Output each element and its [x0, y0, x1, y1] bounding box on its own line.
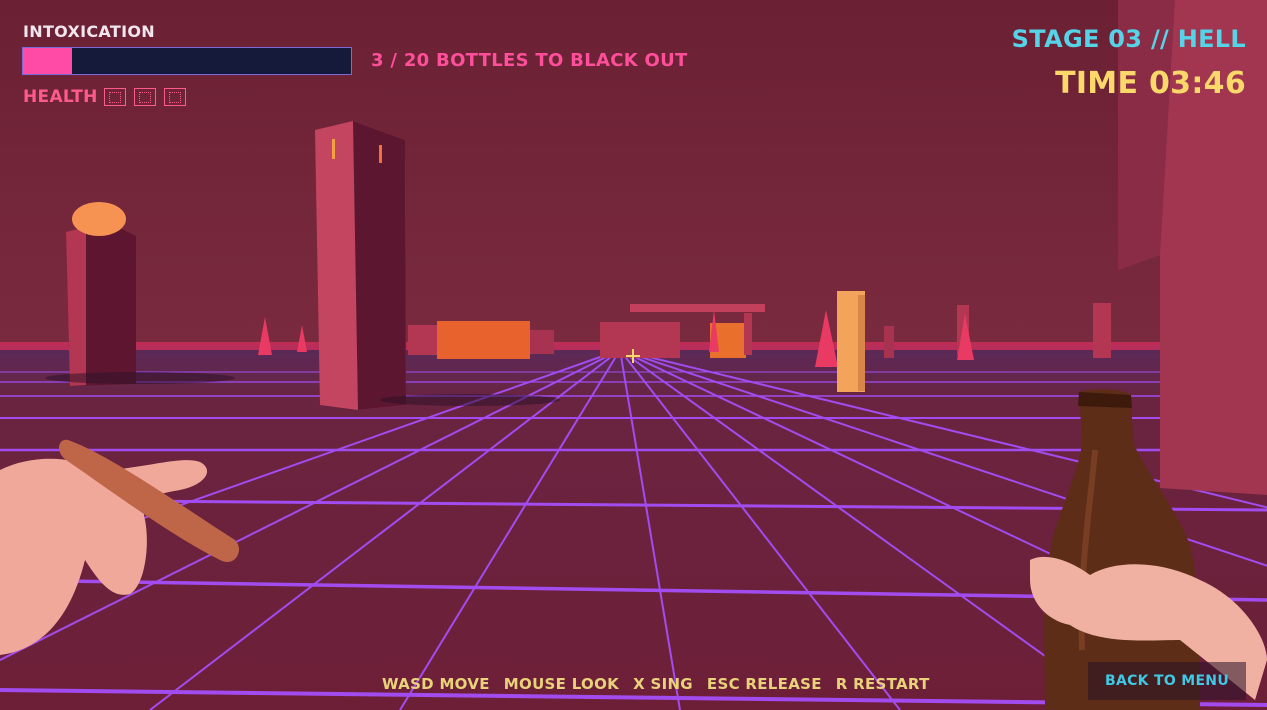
control-hint: MOUSE LOOK [503, 675, 620, 693]
health-icon [104, 88, 126, 106]
crosshair-icon [626, 349, 640, 363]
timer: TIME 03:46 [1055, 66, 1246, 101]
tall-pillar-shade [353, 121, 406, 410]
health-icons [104, 88, 186, 106]
health-icon [164, 88, 186, 106]
controls-hint: WASD MOVE MOUSE LOOK X SING ESC RELEASE R RE… [382, 675, 930, 693]
shadow [380, 394, 560, 406]
shadow [45, 372, 235, 384]
bottles-counter: 3 / 20 BOTTLES TO BLACK OUT [371, 50, 688, 71]
health-label: HEALTH [23, 87, 98, 107]
health-icon [134, 88, 156, 106]
intoxication-bar-fill [23, 48, 73, 74]
orange-pillar-shade [858, 295, 865, 391]
control-hint: WASD MOVE [382, 675, 490, 693]
control-hint: X SING [633, 675, 693, 693]
control-hint: R RESTART [835, 675, 930, 693]
orange-blob [72, 202, 126, 236]
intoxication-bar [22, 47, 352, 75]
control-hint: ESC RELEASE [706, 675, 822, 693]
back-to-menu-button[interactable]: BACK TO MENU [1088, 662, 1246, 700]
intoxication-label: INTOXICATION [23, 22, 155, 41]
pillar-light [332, 139, 335, 159]
stage-label: STAGE 03 // HELL [1011, 25, 1246, 53]
pillar-light [379, 145, 382, 163]
